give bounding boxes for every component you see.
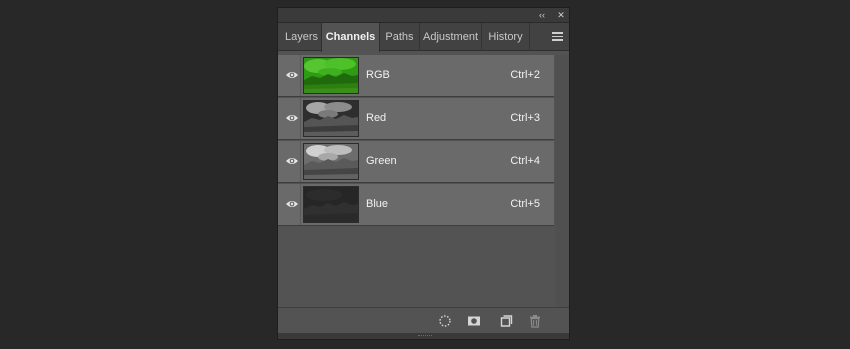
panel-bottom-toolbar [278,307,569,333]
divider [300,141,301,182]
divider [300,55,301,96]
panel-title-bar[interactable]: ‹‹ ✕ [278,8,569,23]
eye-icon[interactable] [285,199,299,209]
scrollbar[interactable] [555,55,569,307]
channel-row-rgb[interactable]: RGB Ctrl+2 [278,55,554,97]
channel-name: RGB [366,69,390,81]
eye-icon[interactable] [285,113,299,123]
eye-icon[interactable] [285,156,299,166]
channel-row-green[interactable]: Green Ctrl+4 [278,141,554,183]
channel-shortcut: Ctrl+2 [510,69,540,81]
double-chevron-left-icon[interactable]: ‹‹ [535,9,549,21]
channel-name: Green [366,155,397,167]
tab-history[interactable]: History [482,23,530,51]
channel-list: RGB Ctrl+2 Red Ctrl+3 Green Ctrl+4 Blue … [278,55,555,307]
tab-channels[interactable]: Channels [321,23,380,52]
channel-name: Red [366,112,387,124]
resize-handle[interactable] [278,333,569,339]
channel-shortcut: Ctrl+3 [510,112,540,124]
channel-name: Blue [366,198,389,210]
hamburger-menu-icon[interactable] [552,32,563,41]
channel-thumbnail-green [303,143,359,180]
tab-adjustment[interactable]: Adjustment [420,23,482,51]
panel-tab-bar: Layers Channels Paths Adjustment History [278,23,569,52]
channel-row-blue[interactable]: Blue Ctrl+5 [278,184,554,226]
eye-icon[interactable] [285,70,299,80]
divider [300,184,301,225]
channel-row-red[interactable]: Red Ctrl+3 [278,98,554,140]
channel-shortcut: Ctrl+4 [510,155,540,167]
delete-channel-icon[interactable] [528,314,542,328]
tab-paths[interactable]: Paths [380,23,420,51]
load-channel-as-selection-icon[interactable] [438,314,452,328]
resize-grip-icon[interactable] [418,335,432,338]
channel-thumbnail-rgb [303,57,359,94]
divider [300,98,301,139]
channels-panel: ‹‹ ✕ Layers Channels Paths Adjustment Hi… [277,7,570,340]
save-selection-as-channel-icon[interactable] [467,314,481,328]
channel-thumbnail-red [303,100,359,137]
close-icon[interactable]: ✕ [554,9,568,21]
tab-layers[interactable]: Layers [282,23,322,51]
channel-thumbnail-blue [303,186,359,223]
channel-shortcut: Ctrl+5 [510,198,540,210]
create-new-channel-icon[interactable] [499,314,513,328]
